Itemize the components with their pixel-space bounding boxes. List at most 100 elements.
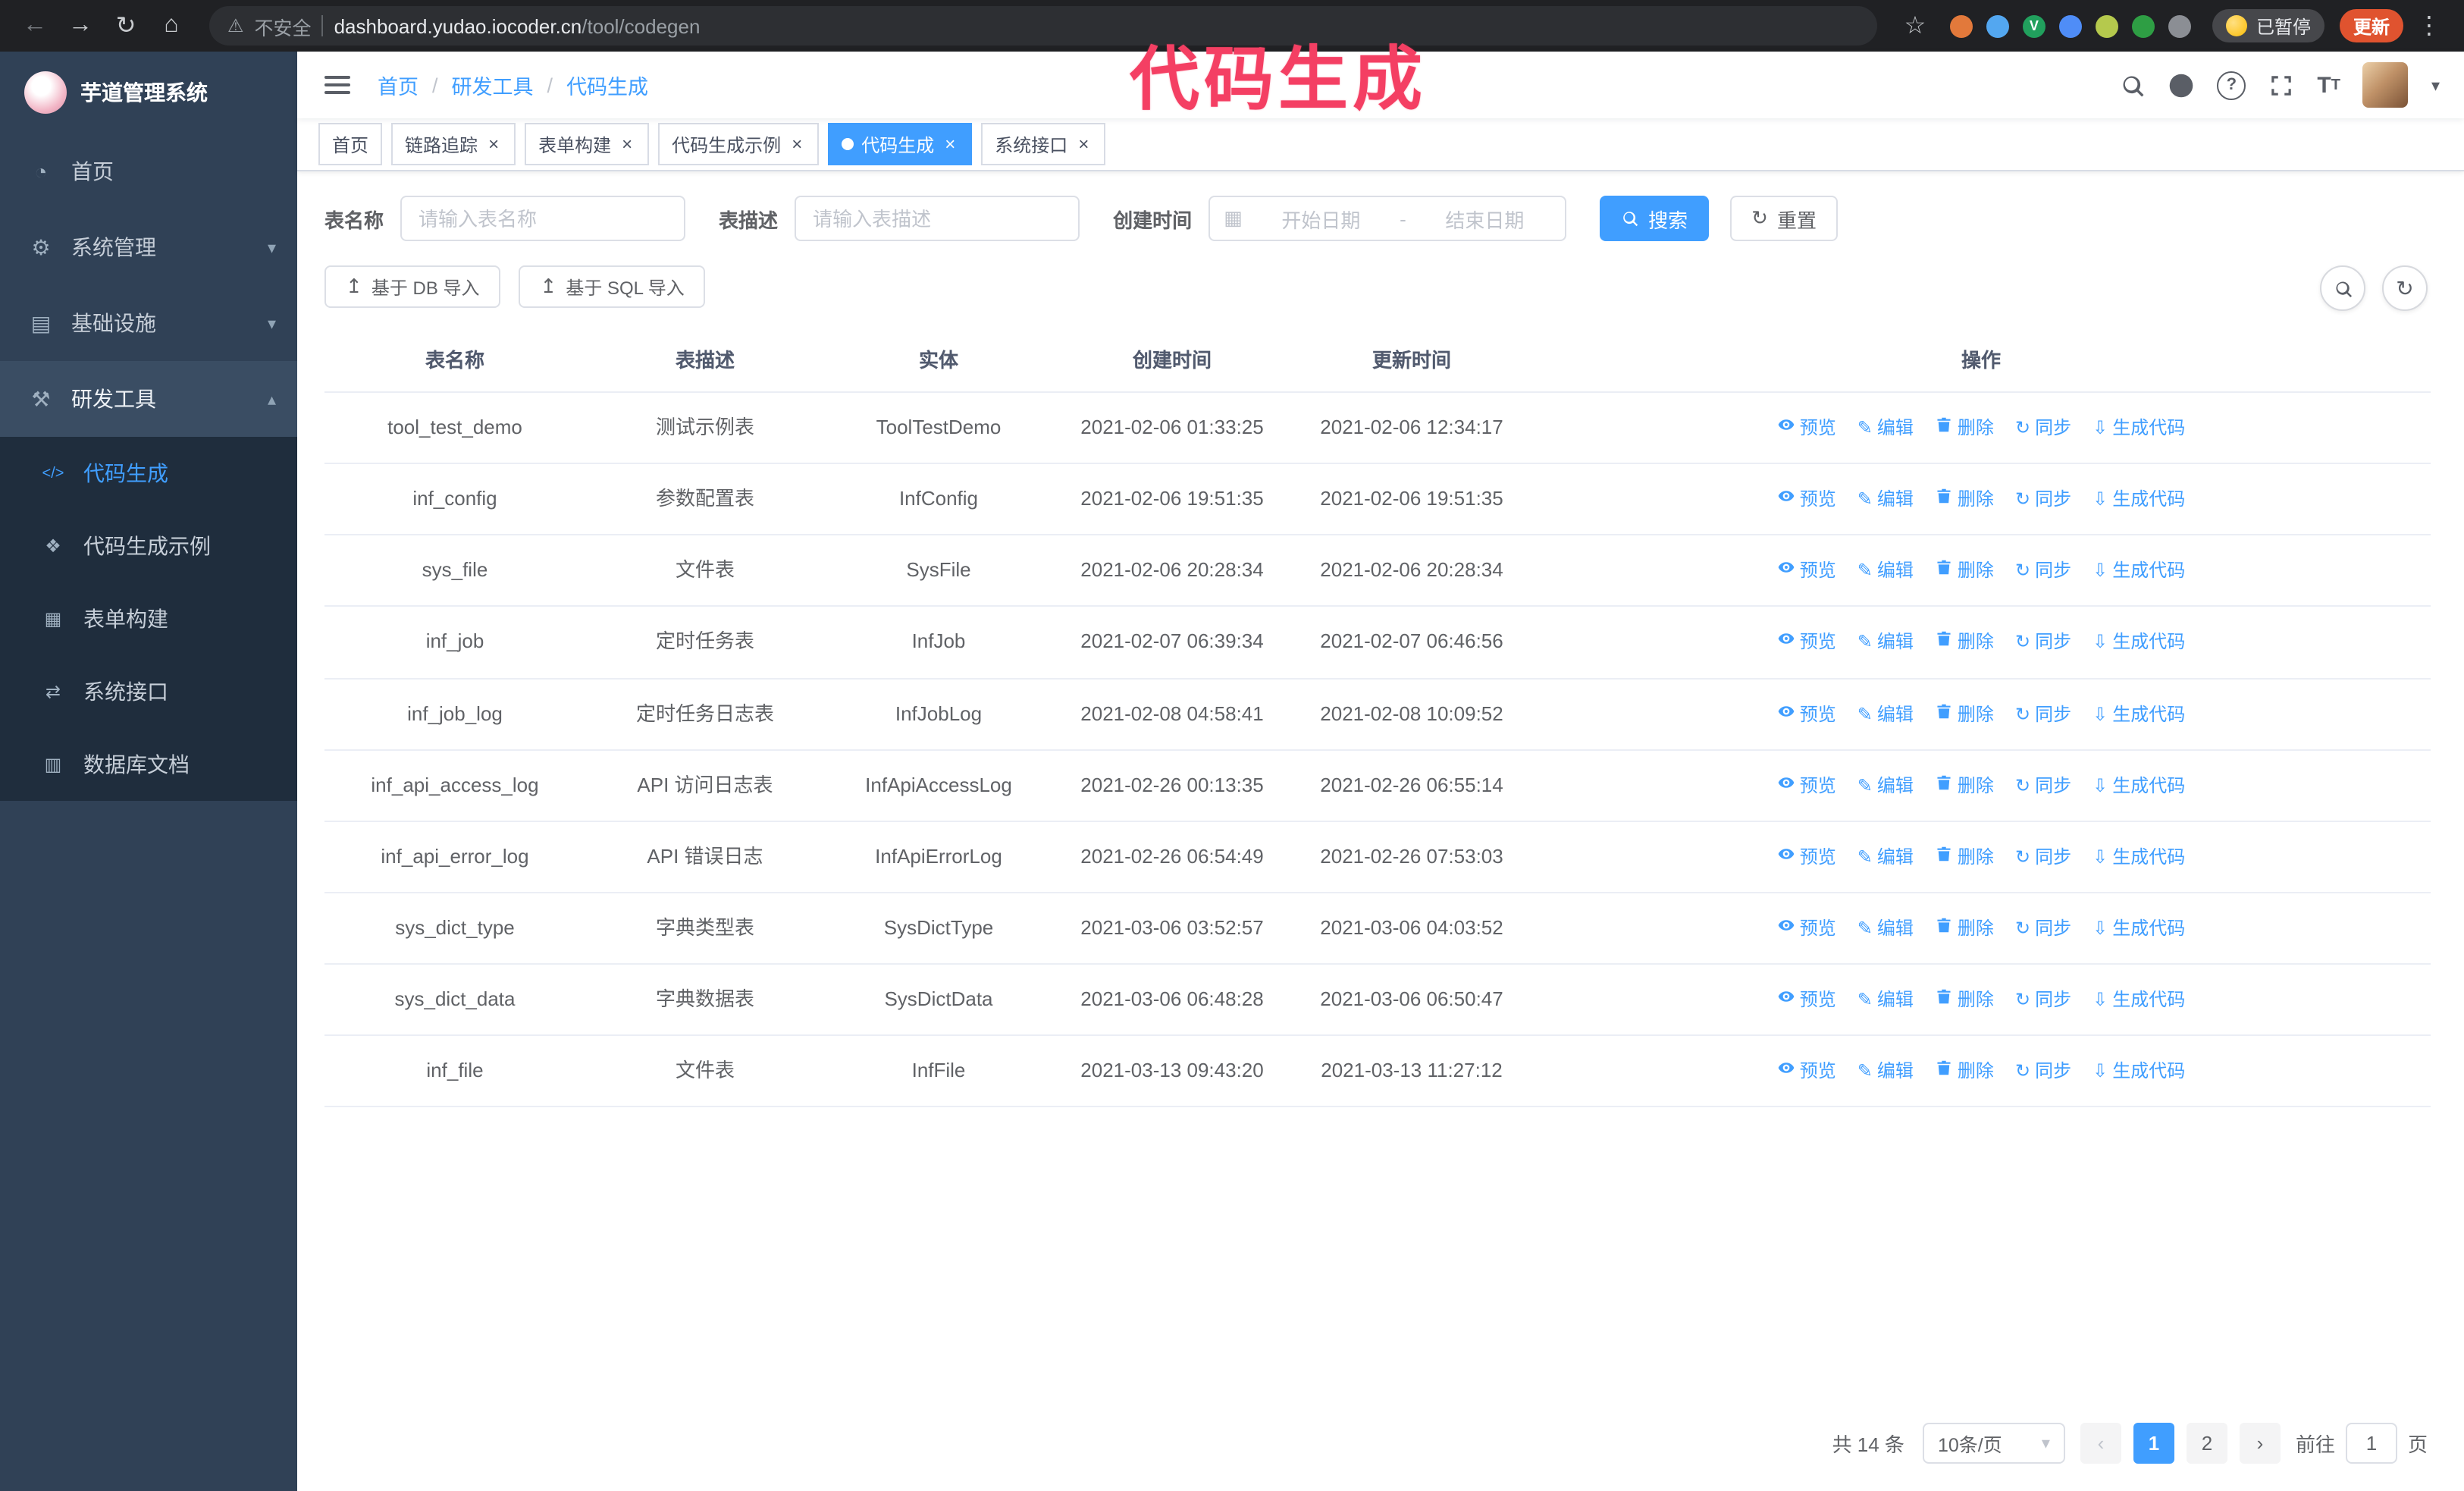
- user-avatar[interactable]: [2362, 62, 2409, 108]
- edit-link[interactable]: ✎ 编辑: [1857, 986, 1914, 1014]
- sidebar-item-home[interactable]: ◔ 首页: [0, 133, 297, 209]
- close-icon[interactable]: ×: [619, 133, 635, 155]
- delete-link[interactable]: 删除: [1935, 915, 1994, 943]
- sync-link[interactable]: ↻ 同步: [2015, 915, 2071, 943]
- prev-page-button[interactable]: ‹: [2080, 1423, 2121, 1464]
- import-sql-button[interactable]: ↥ 基于 SQL 导入: [519, 265, 706, 308]
- page-size-select[interactable]: 10条/页 ▾: [1922, 1423, 2065, 1464]
- sidebar-item-api[interactable]: ⇄ 系统接口: [0, 655, 297, 728]
- delete-link[interactable]: 删除: [1935, 700, 1994, 728]
- bookmark-star-icon[interactable]: ☆: [1895, 6, 1935, 46]
- generate-link[interactable]: ⇩ 生成代码: [2093, 700, 2185, 728]
- tab-form-builder[interactable]: 表单构建 ×: [525, 123, 650, 165]
- edit-link[interactable]: ✎ 编辑: [1857, 915, 1914, 943]
- preview-link[interactable]: 预览: [1777, 843, 1836, 871]
- fullscreen-icon[interactable]: [2268, 72, 2294, 98]
- sidebar-item-form-builder[interactable]: ▦ 表单构建: [0, 582, 297, 655]
- reload-button[interactable]: ↻: [106, 6, 146, 46]
- font-size-icon[interactable]: TT: [2317, 72, 2340, 98]
- sync-link[interactable]: ↻ 同步: [2015, 557, 2071, 585]
- generate-link[interactable]: ⇩ 生成代码: [2093, 629, 2185, 657]
- preview-link[interactable]: 预览: [1777, 986, 1836, 1014]
- extension-icon[interactable]: [2131, 14, 2155, 37]
- sidebar-item-devtools[interactable]: ⚒ 研发工具 ▴: [0, 361, 297, 437]
- generate-link[interactable]: ⇩ 生成代码: [2093, 915, 2185, 943]
- close-icon[interactable]: ×: [942, 133, 958, 155]
- generate-link[interactable]: ⇩ 生成代码: [2093, 986, 2185, 1014]
- sync-link[interactable]: ↻ 同步: [2015, 485, 2071, 513]
- update-button[interactable]: 更新: [2339, 9, 2403, 42]
- caret-down-icon[interactable]: ▾: [2431, 75, 2440, 95]
- sidebar-item-infra[interactable]: ▤ 基础设施 ▾: [0, 285, 297, 361]
- date-range-picker[interactable]: ▦ 开始日期 - 结束日期: [1208, 196, 1567, 241]
- delete-link[interactable]: 删除: [1935, 557, 1994, 585]
- extension-icon[interactable]: [1986, 14, 2009, 37]
- toggle-search-button[interactable]: [2320, 265, 2365, 311]
- preview-link[interactable]: 预览: [1777, 915, 1836, 943]
- sync-link[interactable]: ↻ 同步: [2015, 843, 2071, 871]
- tab-tracer[interactable]: 链路追踪 ×: [391, 123, 516, 165]
- generate-link[interactable]: ⇩ 生成代码: [2093, 485, 2185, 513]
- address-bar[interactable]: ⚠ 不安全 dashboard.yudao.iocoder.cn/tool/co…: [209, 6, 1877, 46]
- extension-icon[interactable]: [1949, 14, 1973, 37]
- edit-link[interactable]: ✎ 编辑: [1857, 1058, 1914, 1086]
- preview-link[interactable]: 预览: [1777, 414, 1836, 442]
- search-button[interactable]: 搜索: [1600, 196, 1710, 241]
- page-button-1[interactable]: 1: [2133, 1423, 2174, 1464]
- table-desc-input[interactable]: [795, 196, 1080, 241]
- home-button[interactable]: ⌂: [152, 6, 191, 46]
- delete-link[interactable]: 删除: [1935, 843, 1994, 871]
- delete-link[interactable]: 删除: [1935, 1058, 1994, 1086]
- preview-link[interactable]: 预览: [1777, 700, 1836, 728]
- generate-link[interactable]: ⇩ 生成代码: [2093, 557, 2185, 585]
- back-button[interactable]: ←: [15, 6, 55, 46]
- generate-link[interactable]: ⇩ 生成代码: [2093, 414, 2185, 442]
- next-page-button[interactable]: ›: [2239, 1423, 2281, 1464]
- close-icon[interactable]: ×: [788, 133, 805, 155]
- sync-link[interactable]: ↻ 同步: [2015, 986, 2071, 1014]
- goto-page-input[interactable]: [2345, 1423, 2397, 1464]
- breadcrumb-item[interactable]: 代码生成: [566, 70, 648, 100]
- delete-link[interactable]: 删除: [1935, 485, 1994, 513]
- preview-link[interactable]: 预览: [1777, 1058, 1836, 1086]
- edit-link[interactable]: ✎ 编辑: [1857, 629, 1914, 657]
- close-icon[interactable]: ×: [485, 133, 502, 155]
- extension-icon[interactable]: V: [2022, 14, 2045, 37]
- edit-link[interactable]: ✎ 编辑: [1857, 771, 1914, 799]
- edit-link[interactable]: ✎ 编辑: [1857, 557, 1914, 585]
- extension-icon[interactable]: [2168, 14, 2191, 37]
- delete-link[interactable]: 删除: [1935, 771, 1994, 799]
- delete-link[interactable]: 删除: [1935, 986, 1994, 1014]
- delete-link[interactable]: 删除: [1935, 629, 1994, 657]
- github-icon[interactable]: [2168, 72, 2194, 98]
- generate-link[interactable]: ⇩ 生成代码: [2093, 843, 2185, 871]
- breadcrumb-item[interactable]: 研发工具: [452, 70, 534, 100]
- tab-codegen-example[interactable]: 代码生成示例 ×: [658, 123, 820, 165]
- hamburger-icon[interactable]: [321, 65, 353, 105]
- preview-link[interactable]: 预览: [1777, 771, 1836, 799]
- sidebar-item-codegen[interactable]: </> 代码生成: [0, 437, 297, 510]
- generate-link[interactable]: ⇩ 生成代码: [2093, 771, 2185, 799]
- tab-api[interactable]: 系统接口 ×: [981, 123, 1106, 165]
- sync-link[interactable]: ↻ 同步: [2015, 629, 2071, 657]
- preview-link[interactable]: 预览: [1777, 557, 1836, 585]
- help-icon[interactable]: ?: [2217, 71, 2246, 99]
- reset-button[interactable]: ↻ 重置: [1730, 196, 1838, 241]
- extension-icon[interactable]: [2095, 14, 2118, 37]
- refresh-table-button[interactable]: ↻: [2382, 265, 2428, 311]
- tab-home[interactable]: 首页: [318, 123, 383, 165]
- sidebar-item-codegen-example[interactable]: ❖ 代码生成示例: [0, 510, 297, 582]
- tab-codegen[interactable]: 代码生成 ×: [828, 123, 973, 165]
- page-button-2[interactable]: 2: [2186, 1423, 2227, 1464]
- sync-link[interactable]: ↻ 同步: [2015, 771, 2071, 799]
- delete-link[interactable]: 删除: [1935, 414, 1994, 442]
- edit-link[interactable]: ✎ 编辑: [1857, 414, 1914, 442]
- edit-link[interactable]: ✎ 编辑: [1857, 700, 1914, 728]
- sidebar-item-db-doc[interactable]: ▥ 数据库文档: [0, 728, 297, 801]
- close-icon[interactable]: ×: [1075, 133, 1092, 155]
- edit-link[interactable]: ✎ 编辑: [1857, 485, 1914, 513]
- profile-paused-chip[interactable]: 已暂停: [2212, 9, 2324, 42]
- import-db-button[interactable]: ↥ 基于 DB 导入: [324, 265, 501, 308]
- forward-button[interactable]: →: [61, 6, 100, 46]
- sync-link[interactable]: ↻ 同步: [2015, 700, 2071, 728]
